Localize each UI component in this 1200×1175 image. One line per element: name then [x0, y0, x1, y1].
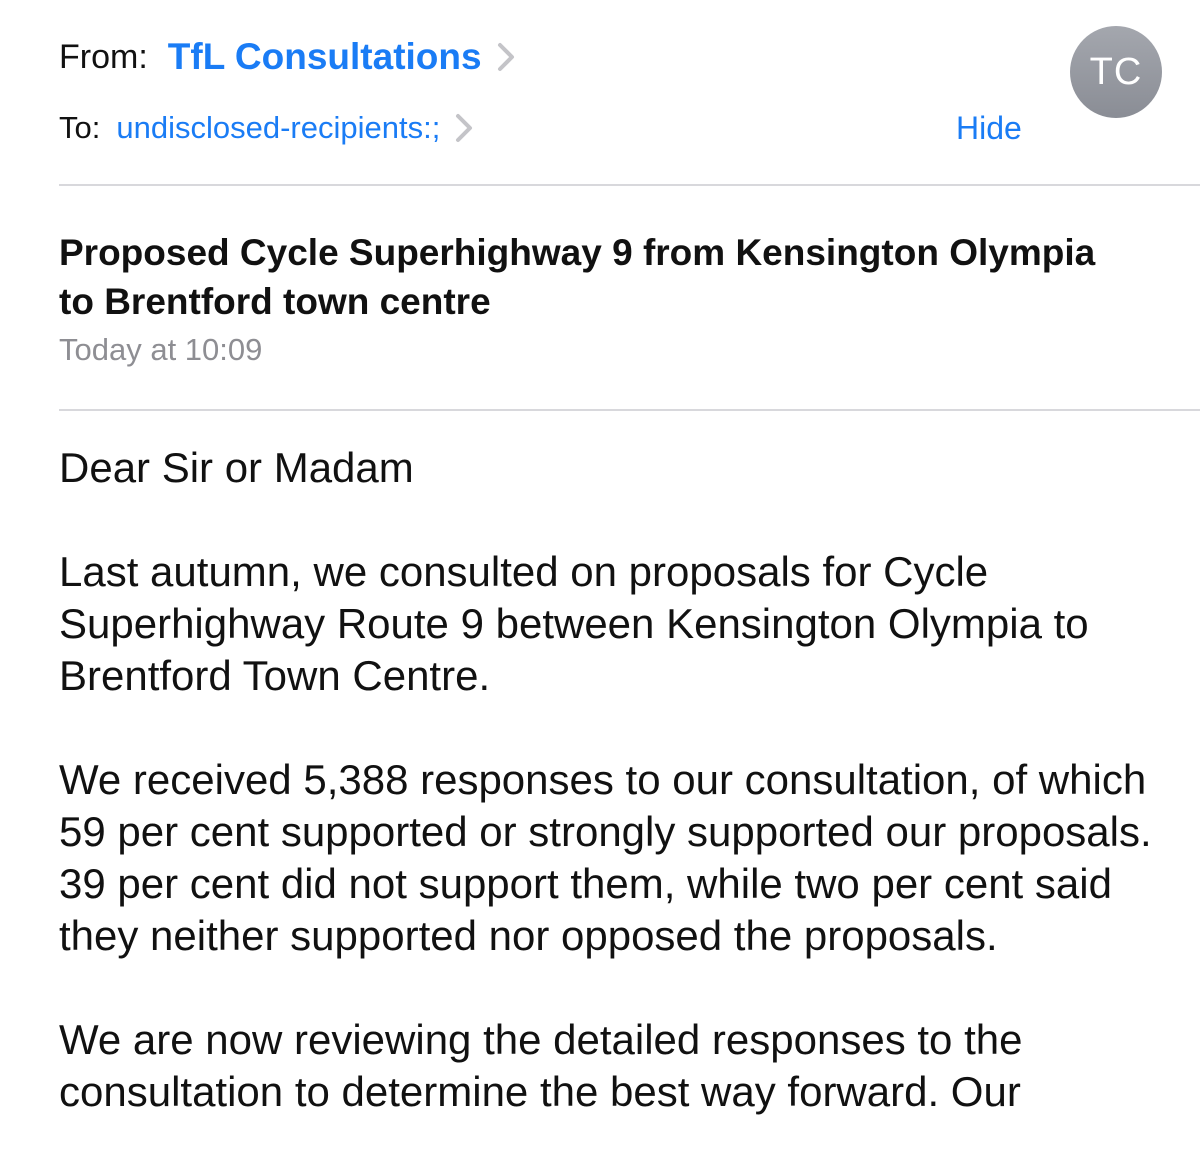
recipients-value[interactable]: undisclosed-recipients:;	[116, 110, 440, 146]
body-paragraph: We are now reviewing the detailed respon…	[59, 1016, 1023, 1115]
message-subject: Proposed Cycle Superhighway 9 from Kensi…	[59, 232, 1096, 322]
sender-name[interactable]: TfL Consultations	[168, 36, 482, 78]
body-paragraph: Dear Sir or Madam	[59, 444, 414, 491]
to-label: To:	[59, 110, 101, 145]
header-divider	[59, 184, 1200, 186]
from-row: From: TfL Consultations	[59, 34, 520, 80]
to-row: To: undisclosed-recipients:;	[59, 108, 478, 148]
subject-divider	[59, 409, 1200, 411]
body-paragraph: Last autumn, we consulted on proposals f…	[59, 548, 1089, 699]
mail-message-view: From: TfL Consultations TC To: undisclos…	[0, 0, 1200, 1175]
chevron-right-icon[interactable]	[490, 37, 520, 77]
chevron-right-icon[interactable]	[448, 108, 478, 148]
body-paragraph: We received 5,388 responses to our consu…	[59, 756, 1152, 959]
sender-avatar[interactable]: TC	[1070, 26, 1162, 118]
message-timestamp: Today at 10:09	[59, 332, 263, 367]
message-body: Dear Sir or Madam Last autumn, we consul…	[59, 442, 1179, 1170]
from-label: From:	[59, 37, 148, 76]
hide-details-link[interactable]: Hide	[956, 108, 1022, 148]
